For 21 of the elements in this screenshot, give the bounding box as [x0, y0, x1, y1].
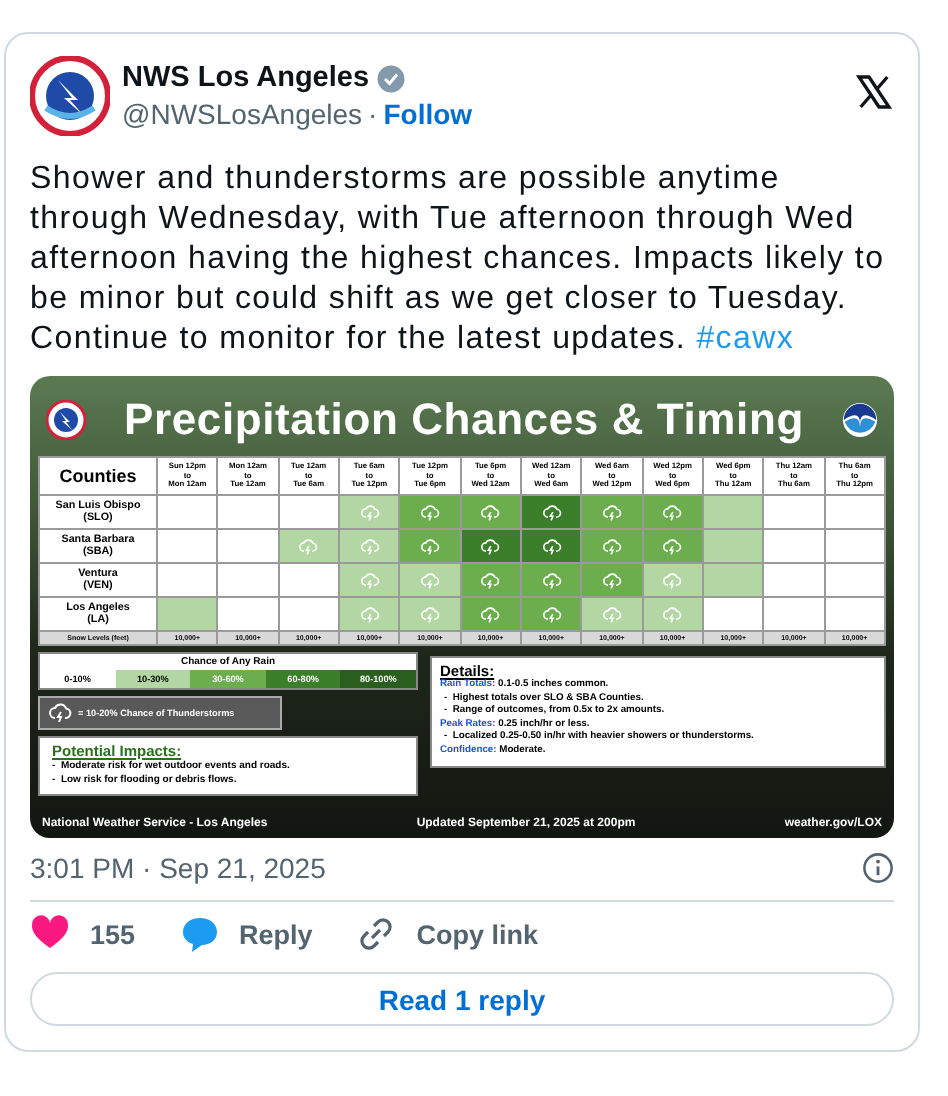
reply-button[interactable]: Reply	[179, 914, 313, 954]
info-icon	[862, 852, 894, 884]
thunderstorm-icon	[48, 702, 72, 724]
heart-icon	[30, 914, 70, 954]
copy-link-button[interactable]: Copy link	[356, 914, 539, 954]
noaa-logo-icon	[841, 402, 878, 438]
author-name[interactable]: NWS Los Angeles	[122, 60, 370, 96]
graphic-title: Precipitation Chances & Timing	[124, 394, 804, 446]
column-header: Counties	[39, 457, 157, 495]
nws-logo-icon	[46, 400, 86, 440]
timestamp-link[interactable]: 3:01 PM · Sep 21, 2025	[30, 852, 326, 884]
speech-bubble-icon	[179, 914, 220, 954]
x-logo-icon	[854, 72, 894, 112]
tweet-text: Shower and thunderstorms are possible anytime through Wednesday, with Tue afternoon through Wed afternoon having the highest chances. Impacts likely to be minor but could shift as we get closer to Tuesday. Continue to monitor for the latest updates. #cawx	[30, 160, 887, 360]
follow-link[interactable]: Follow	[383, 96, 473, 132]
author-handle[interactable]: @NWSLosAngeles	[122, 96, 363, 132]
link-icon	[356, 914, 397, 954]
like-button[interactable]: 155	[30, 914, 136, 954]
read-replies-button[interactable]: Read 1 reply	[30, 972, 894, 1026]
avatar-logo-icon	[30, 56, 110, 136]
separator-dot: ·	[368, 96, 378, 132]
